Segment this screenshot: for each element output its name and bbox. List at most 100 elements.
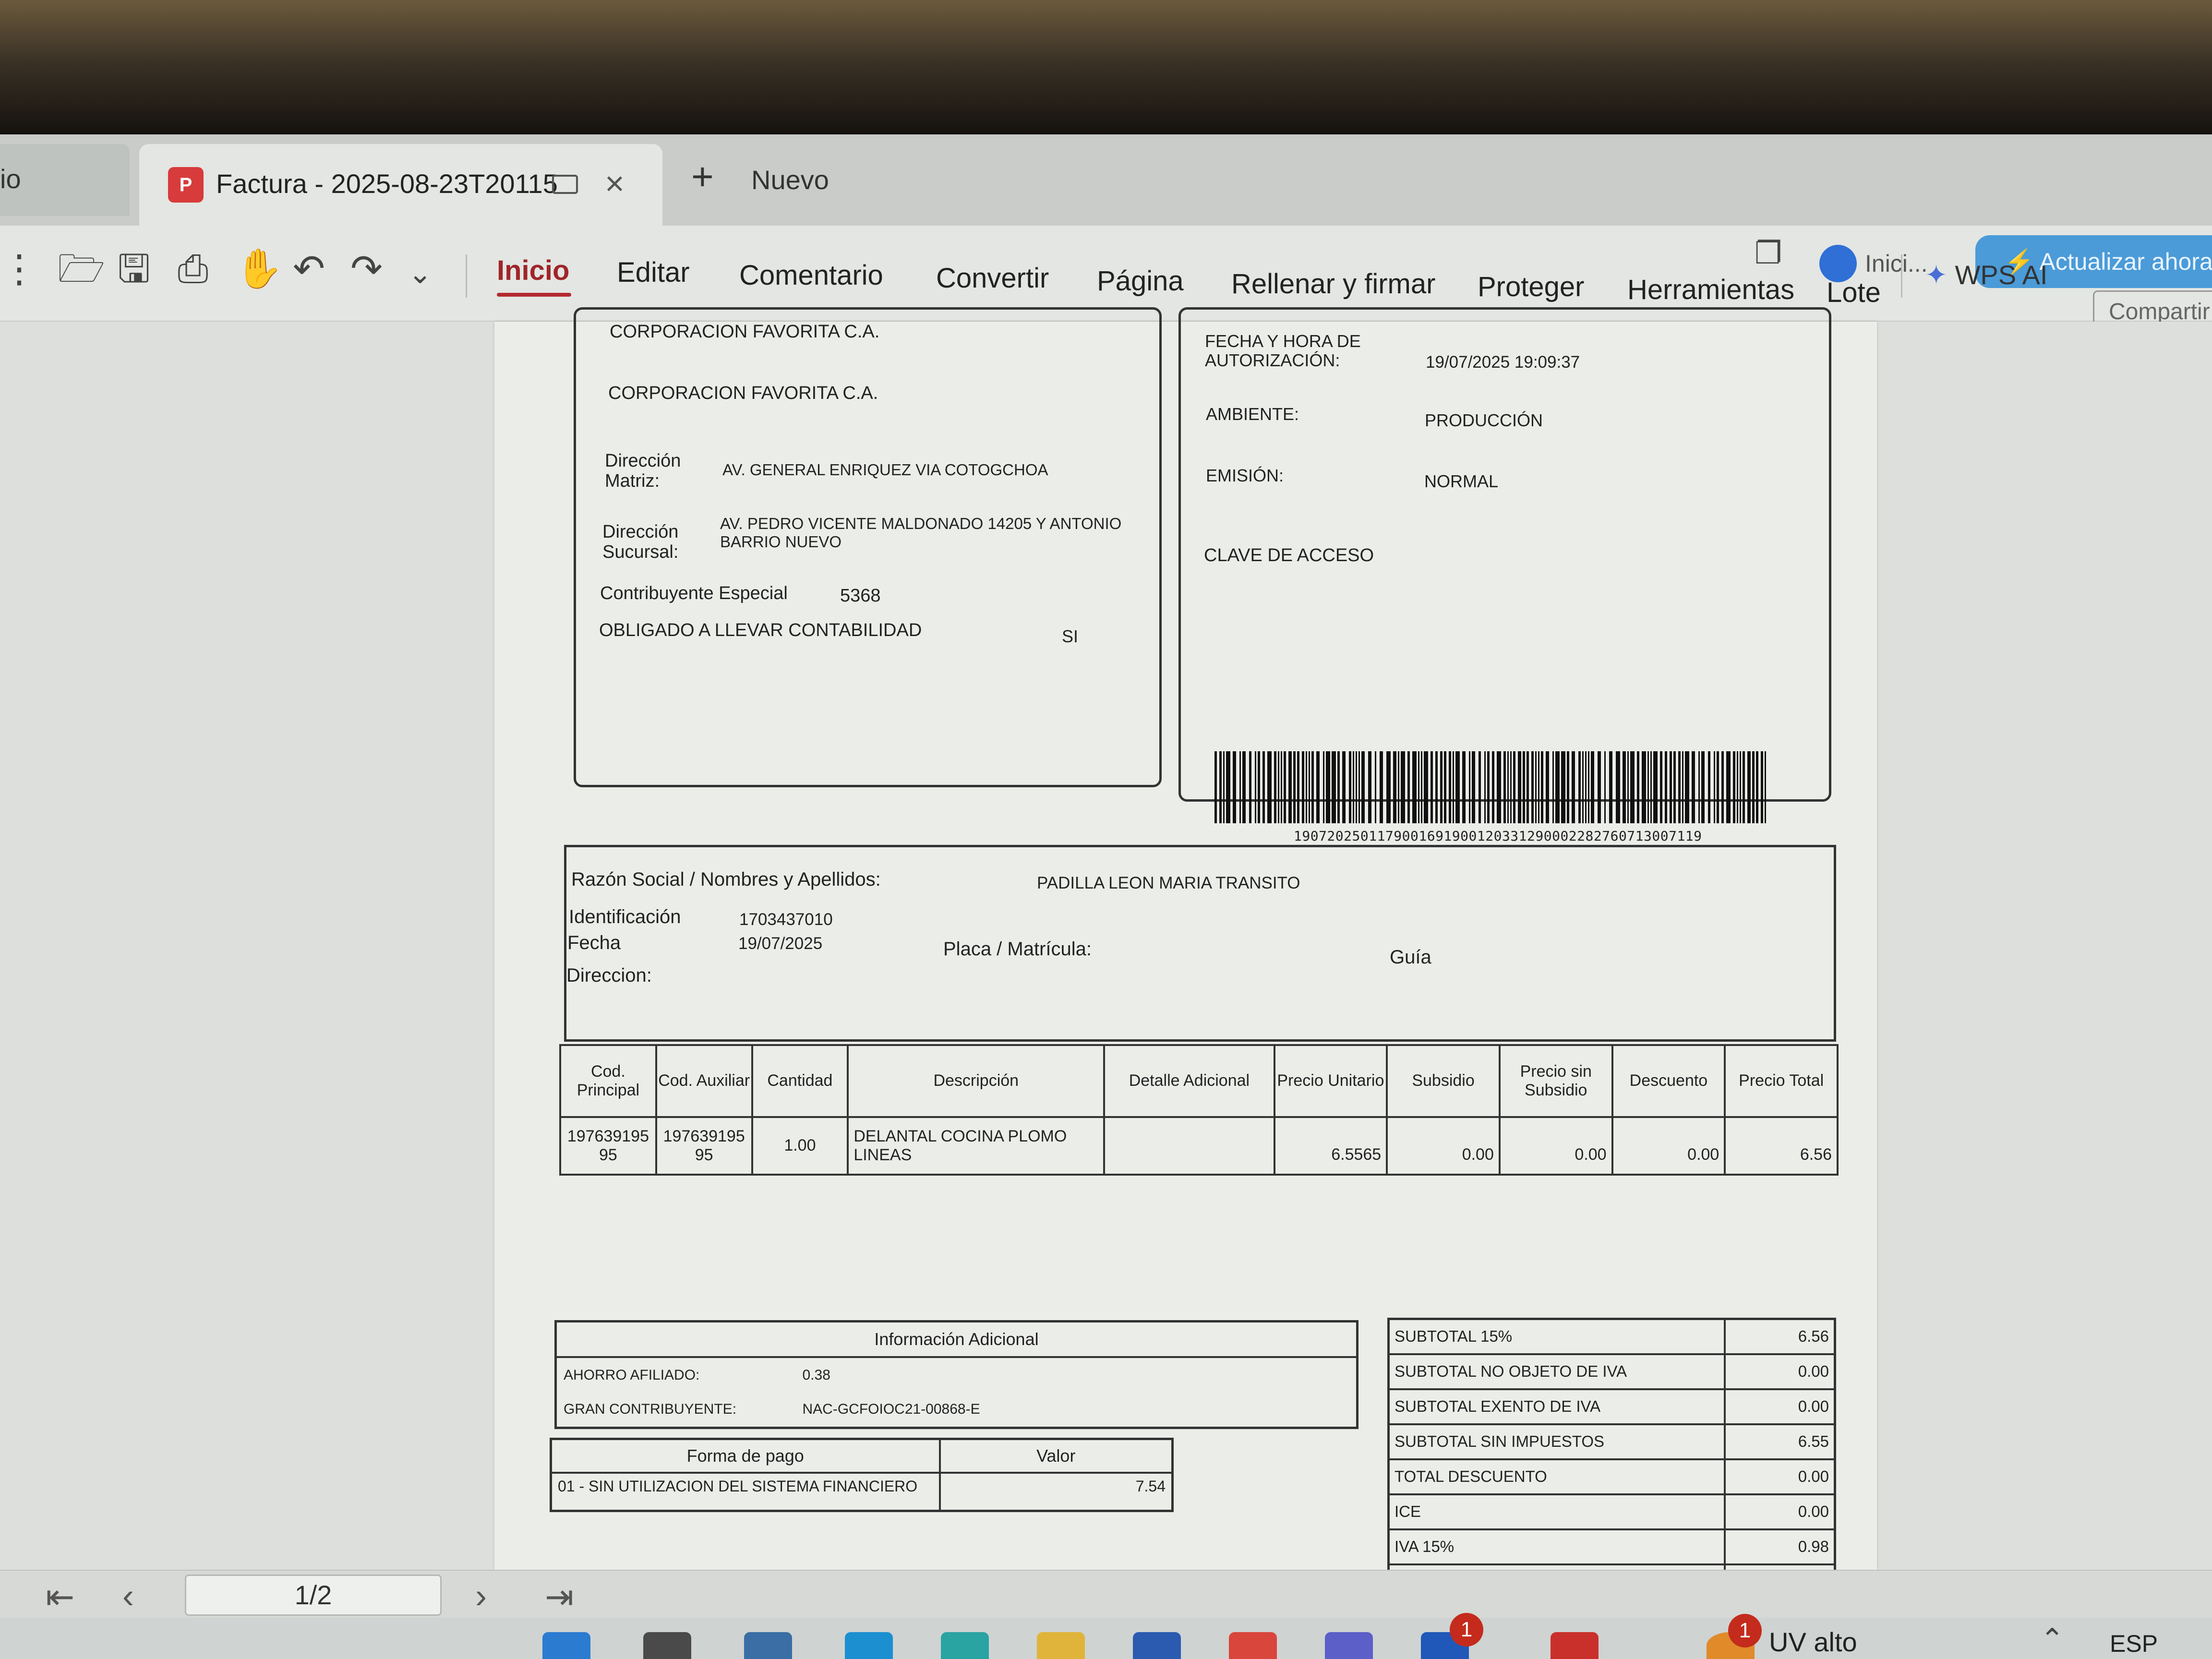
tab-title: Factura - 2025-08-23T20115 [216, 168, 558, 199]
barcode-bar [1444, 751, 1446, 823]
app-icon[interactable] [643, 1632, 691, 1659]
folder-icon[interactable] [1037, 1632, 1085, 1659]
barcode-bar [1660, 751, 1662, 823]
redo-icon[interactable]: ↷ [350, 250, 383, 288]
last-page-icon[interactable]: ⇥ [545, 1576, 574, 1617]
barcode-bar [1297, 751, 1299, 823]
cell-cantidad: 1.00 [751, 1116, 849, 1176]
barcode-bar [1552, 751, 1554, 823]
barcode-bar [1650, 751, 1652, 823]
menu-inicio[interactable]: Inicio [497, 254, 569, 287]
barcode-bar [1278, 751, 1279, 823]
barcode-bar [1492, 751, 1494, 823]
menu-comentario[interactable]: Comentario [739, 259, 883, 291]
menu-herramientas[interactable]: Herramientas [1627, 274, 1794, 306]
print-icon[interactable]: ⎙ [178, 250, 208, 288]
barcode-bar [1598, 751, 1601, 823]
totals-row: TOTAL DESCUENTO 0.00 [1387, 1458, 1836, 1495]
barcode-bar [1255, 751, 1256, 823]
close-icon[interactable]: × [605, 164, 625, 203]
barcode-bar [1701, 751, 1705, 823]
barcode-bar [1288, 751, 1292, 823]
save-icon[interactable]: 🖫 [118, 250, 150, 288]
barcode-bar [1239, 751, 1241, 823]
barcode-bar [1578, 751, 1581, 823]
account-label[interactable]: Inici... [1865, 250, 1928, 277]
barcode-bar [1527, 751, 1529, 823]
next-page-icon[interactable]: › [475, 1576, 487, 1616]
contribuyente-value: 5368 [840, 586, 881, 606]
folder-open-icon[interactable]: 🗁 [58, 250, 105, 288]
tab-previous[interactable]: io [0, 144, 130, 216]
weather-label[interactable]: UV alto [1769, 1626, 1857, 1658]
page-number-input[interactable]: 1/2 [185, 1575, 442, 1616]
fecha-label: Fecha [567, 932, 621, 953]
window-icon[interactable]: ❐ [1755, 238, 1782, 268]
menu-rellenar-firmar[interactable]: Rellenar y firmar [1231, 268, 1435, 300]
menu-convertir[interactable]: Convertir [936, 262, 1049, 294]
info-label: AHORRO AFILIADO: [555, 1356, 796, 1393]
totals-value: 0.00 [1723, 1458, 1836, 1495]
app-icon[interactable] [941, 1632, 989, 1659]
tab-active-document[interactable]: P Factura - 2025-08-23T20115 × [139, 144, 662, 226]
ribbon-separator [1901, 254, 1902, 298]
barcode-bar [1567, 751, 1569, 823]
barcode-bar [1380, 751, 1383, 823]
totals-label: TOTAL DESCUENTO [1387, 1458, 1726, 1495]
first-page-icon[interactable]: ⇤ [46, 1576, 74, 1617]
new-tab-button[interactable]: Nuevo [751, 164, 829, 195]
weather-badge: 1 [1728, 1614, 1762, 1647]
teams-icon[interactable] [1325, 1632, 1373, 1659]
taskbar: 1 1 UV alto ⌃ ESP [0, 1613, 2212, 1659]
barcode-bar [1449, 751, 1451, 823]
menu-proteger[interactable]: Proteger [1478, 271, 1584, 303]
payment-header-valor: Valor [938, 1438, 1174, 1474]
avatar[interactable] [1819, 245, 1857, 282]
sparkle-icon: ✦ [1925, 260, 1948, 290]
barcode-bar [1609, 751, 1612, 823]
barcode-bar [1316, 751, 1320, 823]
barcode-bar [1435, 751, 1438, 823]
app-icon[interactable] [744, 1632, 792, 1659]
monitor-icon[interactable] [552, 175, 578, 194]
info-value: NAC-GCFOIOC21-00868-E [795, 1392, 1358, 1429]
barcode-bar [1293, 751, 1296, 823]
wps-pdf-icon[interactable] [1551, 1632, 1599, 1659]
direccion-label: Direccion: [566, 965, 652, 986]
col-descripcion: Descripción [847, 1044, 1106, 1118]
language-indicator[interactable]: ESP [2110, 1630, 2158, 1658]
menu-pagina[interactable]: Página [1097, 265, 1184, 297]
barcode-bar [1440, 751, 1443, 823]
previous-page-icon[interactable]: ‹ [122, 1576, 134, 1616]
barcode-bar [1717, 751, 1719, 823]
hand-tool-icon[interactable]: ✋ [235, 250, 283, 288]
menu-editar[interactable]: Editar [617, 256, 690, 289]
ambiente-label: AMBIENTE: [1206, 404, 1299, 424]
dir-sucursal-value-1: AV. PEDRO VICENTE MALDONADO 14205 Y ANTO… [720, 515, 1122, 532]
barcode-bar [1431, 751, 1433, 823]
app-icon[interactable] [845, 1632, 893, 1659]
cell-descuento: 0.00 [1611, 1116, 1726, 1176]
barcode-bar [1398, 751, 1399, 823]
plus-icon[interactable]: + [691, 155, 714, 199]
totals-row: IVA 15% 0.98 [1387, 1528, 1836, 1565]
cell-descripcion: DELANTAL COCINA PLOMO LINEAS [847, 1116, 1106, 1176]
tab-bar: io P Factura - 2025-08-23T20115 × + Nuev… [0, 134, 2212, 226]
undo-icon[interactable]: ↶ [293, 250, 325, 288]
payment-header-forma: Forma de pago [550, 1438, 941, 1474]
cell-precio-sin-subsidio: 0.00 [1498, 1116, 1613, 1176]
razon-social-value: PADILLA LEON MARIA TRANSITO [1037, 874, 1300, 892]
info-value: 0.38 [795, 1356, 1358, 1393]
cell-cod-principal: 19763919595 [559, 1116, 657, 1176]
barcode-bar [1733, 751, 1735, 823]
chrome-icon[interactable] [1229, 1632, 1277, 1659]
wps-ai-button[interactable]: ✦ WPS AI [1925, 259, 2047, 291]
cell-cod-auxiliar: 19763919595 [655, 1116, 753, 1176]
word-icon[interactable] [1133, 1632, 1181, 1659]
chevron-down-icon[interactable]: ⌄ [408, 259, 432, 288]
barcode-bar [1306, 751, 1307, 823]
monitor-bezel [0, 0, 2212, 134]
menu-icon[interactable]: ⋮ [0, 250, 38, 288]
chevron-up-icon[interactable]: ⌃ [2040, 1625, 2064, 1654]
edge-icon[interactable] [542, 1632, 590, 1659]
